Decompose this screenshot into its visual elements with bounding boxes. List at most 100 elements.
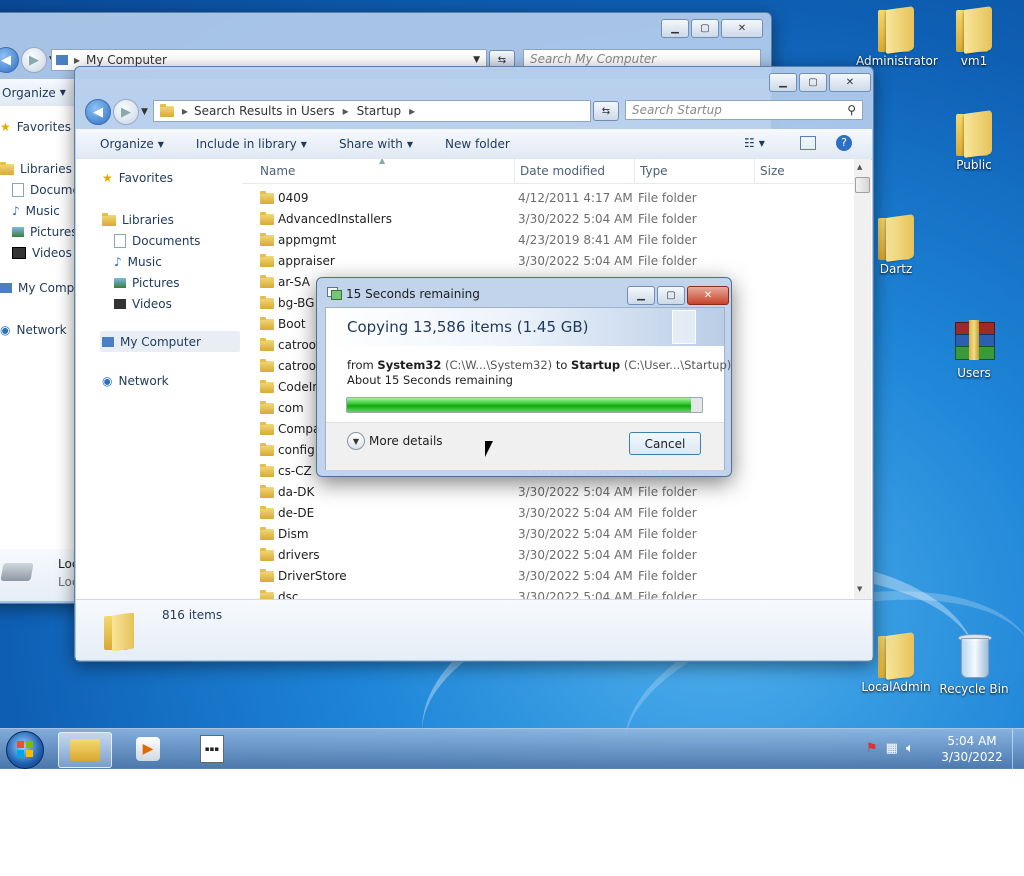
more-details-toggle[interactable]: ▼ More details [347,432,443,450]
nav-music[interactable]: ♪ Music [12,204,60,218]
minimize-button[interactable]: ▁ [661,19,689,38]
scroll-down-icon[interactable]: ▼ [857,585,862,593]
column-date-modified[interactable]: Date modified [520,164,605,178]
start-button[interactable] [6,731,44,769]
recent-pages-icon[interactable]: ▼ [141,107,148,117]
desktop-icon-public[interactable]: Public [934,110,1014,172]
nav-favorites[interactable]: ★ Favorites [0,120,71,134]
file-row[interactable]: AdvancedInstallers 3/30/2022 5:04 AM File … [242,209,854,230]
file-row[interactable]: de-DE 3/30/2022 5:04 AM File folder [242,503,854,524]
file-name: cs-CZ [278,464,312,478]
file-row[interactable]: drivers 3/30/2022 5:04 AM File folder [242,545,854,566]
file-row[interactable]: dsc 3/30/2022 5:04 AM File folder [242,587,854,599]
network-icon: ◉ [0,323,11,337]
maximize-button[interactable]: ▢ [691,19,719,38]
close-button[interactable]: ✕ [721,19,763,38]
back-button[interactable]: ◀ [85,99,111,125]
back-button[interactable]: ◀ [0,47,19,73]
refresh-button[interactable]: ⇆ [593,101,619,121]
computer-icon [0,283,12,293]
navigation-pane: ★ Favorites Libraries Docume ♪ Music Pictu… [0,106,80,601]
minimize-button[interactable]: ▁ [769,73,797,92]
close-button[interactable]: ✕ [687,286,729,305]
nav-favorites[interactable]: ★ Favorites [102,171,173,185]
nav-pictures[interactable]: Pictures [12,225,78,239]
network-tray-icon[interactable]: ▦ [886,741,898,756]
scrollbar-thumb[interactable] [855,177,870,193]
nav-my-computer[interactable]: My Computer [100,331,240,352]
nav-libraries[interactable]: Libraries [0,161,72,176]
maximize-button[interactable]: ▢ [799,73,827,92]
nav-label: Music [127,255,162,269]
desktop-icon-administrator[interactable]: Administrator [856,6,938,68]
file-row[interactable]: Dism 3/30/2022 5:04 AM File folder [242,524,854,545]
nav-documents[interactable]: Docume [12,183,80,197]
taskbar-app-button[interactable]: ▪▪▪ [186,732,238,766]
organize-menu[interactable]: Organize ▼ [88,137,176,151]
view-options[interactable]: ☷ ▼ [744,136,765,150]
file-type: File folder [638,233,697,247]
nav-videos[interactable]: Videos [114,297,172,311]
copy-progress-dialog[interactable]: 15 Seconds remaining ▁ ▢ ✕ Copying 13,58… [316,277,732,477]
nav-music[interactable]: ♪ Music [114,255,162,269]
nav-network[interactable]: ◉ Network [0,323,67,337]
column-size[interactable]: Size [760,164,785,178]
search-icon[interactable]: ⚲ [847,103,856,117]
file-type: File folder [638,569,697,583]
file-date: 4/12/2011 4:17 AM [518,191,633,205]
folder-icon [260,401,274,414]
vertical-scrollbar[interactable]: ▲ ▼ [854,159,871,599]
file-name: config [278,443,315,457]
dest-name[interactable]: Startup [571,358,620,372]
share-with-menu[interactable]: Share with ▼ [327,137,425,151]
taskbar-explorer-button[interactable] [58,732,112,768]
dialog-footer: ▼ More details Cancel [326,422,724,470]
file-row[interactable]: 0409 4/12/2011 4:17 AM File folder [242,188,854,209]
nav-pictures[interactable]: Pictures [114,276,180,290]
source-name[interactable]: System32 [377,358,441,372]
breadcrumb-search-results[interactable]: Search Results in Users [194,104,335,118]
new-folder-button[interactable]: New folder [433,137,522,151]
include-in-library-menu[interactable]: Include in library ▼ [184,137,319,151]
help-icon[interactable]: ? [836,135,852,151]
column-name[interactable]: Name [260,164,295,178]
volume-icon[interactable]: 🔈︎ [906,741,914,756]
forward-button[interactable]: ▶ [113,99,139,125]
close-button[interactable]: ✕ [829,73,871,92]
minimize-button[interactable]: ▁ [627,286,655,305]
folder-icon [260,254,274,267]
preview-pane-icon[interactable] [800,136,816,150]
clock[interactable]: 5:04 AM 3/30/2022 [936,733,1008,765]
nav-libraries[interactable]: Libraries [102,212,174,227]
file-row[interactable]: appraiser 3/30/2022 5:04 AM File folder [242,251,854,272]
nav-documents[interactable]: Documents [114,234,200,248]
nav-videos[interactable]: Videos [12,246,72,260]
file-row[interactable]: da-DK 3/30/2022 5:04 AM File folder [242,482,854,503]
desktop-icon-recycle-bin[interactable]: Recycle Bin [934,632,1014,696]
column-type[interactable]: Type [640,164,668,178]
file-name: 0409 [278,191,309,205]
show-desktop-button[interactable] [1012,729,1024,769]
organize-menu[interactable]: Organize ▼ [0,86,78,100]
window-caption-buttons: ▁ ▢ ✕ [627,286,729,305]
forward-button[interactable]: ▶ [21,47,47,73]
file-row[interactable]: appmgmt 4/23/2019 8:41 AM File folder [242,230,854,251]
search-input[interactable]: Search Startup ⚲ [625,100,863,120]
taskbar-media-player-button[interactable]: ▶ [122,732,174,766]
cancel-button[interactable]: Cancel [629,432,701,455]
taskbar: ▶ ▪▪▪ ⚑ ▦ 🔈︎ 5:04 AM 3/30/2022 [0,728,1024,769]
folder-icon [876,214,916,262]
action-center-flag-icon[interactable]: ⚑ [866,741,878,756]
address-bar[interactable]: ▸ Search Results in Users ▸ Startup ▸ [153,100,591,122]
file-row[interactable]: DriverStore 3/30/2022 5:04 AM File folder [242,566,854,587]
nav-network[interactable]: ◉ Network [102,374,169,388]
folder-icon [260,443,274,456]
expand-chevron-icon: ▼ [347,432,365,450]
breadcrumb-startup[interactable]: Startup [357,104,402,118]
desktop-icon-users[interactable]: Users [934,320,1014,380]
nav-my-computer[interactable]: My Comp [0,281,74,295]
maximize-button[interactable]: ▢ [657,286,685,305]
chevron-down-icon[interactable]: ▼ [473,55,480,65]
scroll-up-icon[interactable]: ▲ [857,163,862,171]
desktop-icon-vm1[interactable]: vm1 [934,6,1014,68]
